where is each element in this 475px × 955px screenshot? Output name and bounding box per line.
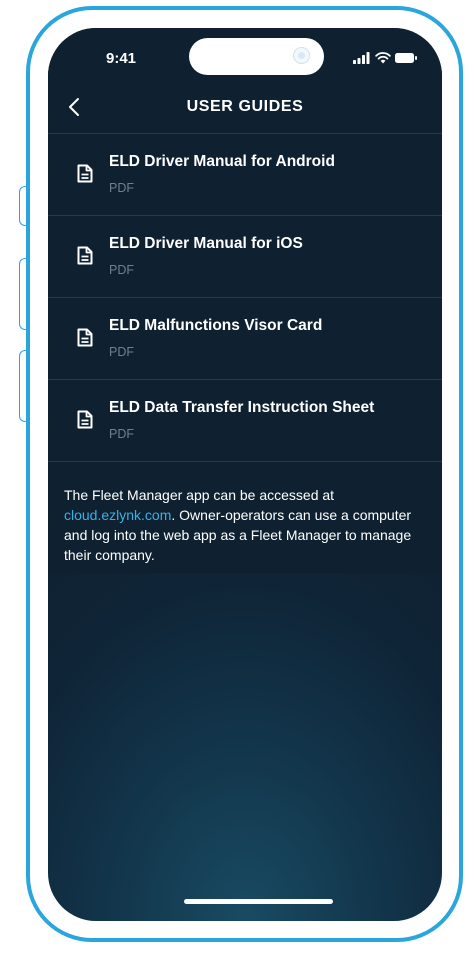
document-icon xyxy=(77,410,93,429)
guide-file-type: PDF xyxy=(109,345,134,359)
guide-title: ELD Malfunctions Visor Card xyxy=(109,317,323,334)
guide-item[interactable]: ELD Driver Manual for Android PDF xyxy=(48,133,442,215)
wifi-icon xyxy=(375,52,391,64)
guide-title: ELD Data Transfer Instruction Sheet xyxy=(109,399,375,416)
guide-item[interactable]: ELD Data Transfer Instruction Sheet PDF xyxy=(48,379,442,461)
camera-icon xyxy=(293,47,310,64)
page-title: USER GUIDES xyxy=(186,98,304,115)
document-icon xyxy=(77,164,93,183)
dynamic-island xyxy=(189,38,324,75)
list-divider xyxy=(48,461,442,462)
signal-icon xyxy=(353,52,370,64)
document-icon xyxy=(77,246,93,265)
phone-screen: 9:41 USER GUIDES ELD Driver Manual for A… xyxy=(48,28,442,921)
guide-item[interactable]: ELD Driver Manual for iOS PDF xyxy=(48,215,442,297)
fleet-manager-link[interactable]: cloud.ezlynk.com xyxy=(64,507,171,523)
guide-file-type: PDF xyxy=(109,427,134,441)
guide-file-type: PDF xyxy=(109,263,134,277)
guide-title: ELD Driver Manual for Android xyxy=(109,153,335,170)
status-time: 9:41 xyxy=(106,50,137,67)
home-indicator[interactable] xyxy=(184,899,333,904)
fleet-manager-info: The Fleet Manager app can be accessed at… xyxy=(64,485,426,565)
document-icon xyxy=(77,328,93,347)
guide-file-type: PDF xyxy=(109,181,134,195)
guide-title: ELD Driver Manual for iOS xyxy=(109,235,303,252)
battery-icon xyxy=(395,53,417,63)
info-text-intro: The Fleet Manager app can be accessed at xyxy=(64,487,335,503)
guide-item[interactable]: ELD Malfunctions Visor Card PDF xyxy=(48,297,442,379)
